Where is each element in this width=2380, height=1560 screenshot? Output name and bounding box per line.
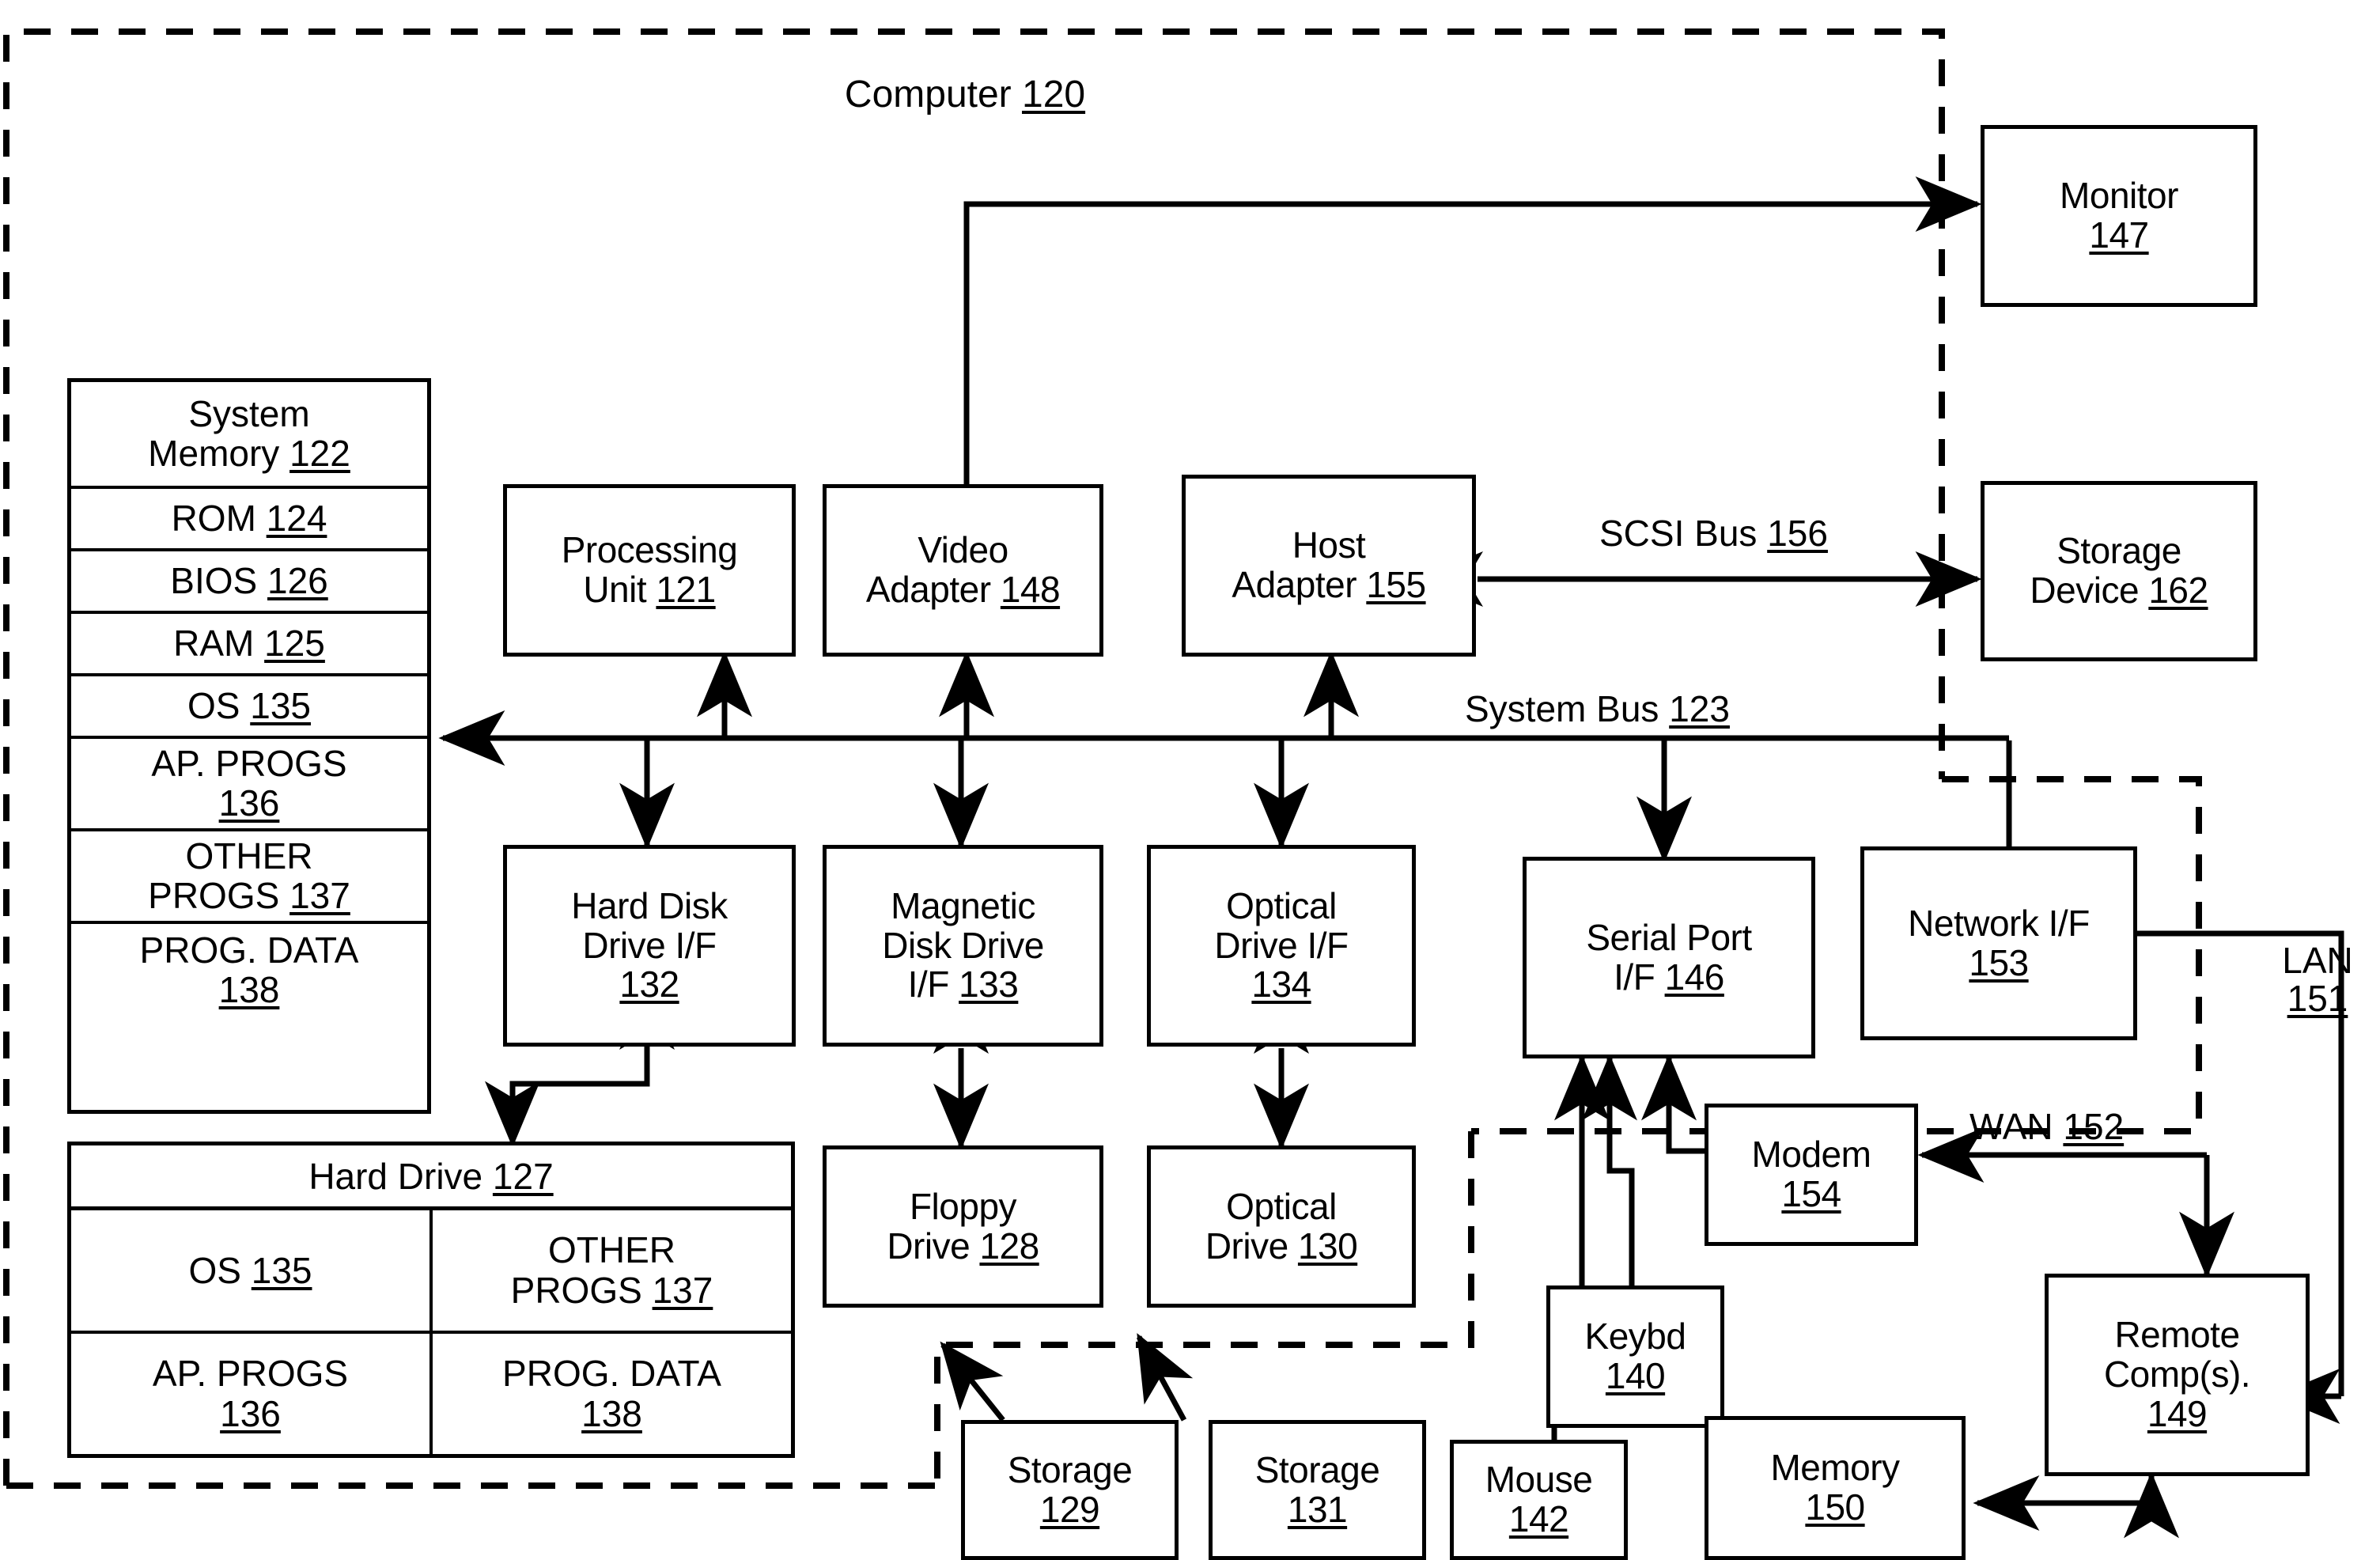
- scsi-bus-label: SCSI Bus 156: [1599, 513, 1828, 554]
- figure-title: Computer 120: [844, 74, 1086, 115]
- wire-storage131-leader: [1136, 1333, 1194, 1422]
- hard-drive-row-bottom: AP. PROGS 136 PROG. DATA 138: [71, 1334, 791, 1454]
- system-memory-row-ap-progs: AP. PROGS 136: [71, 739, 427, 831]
- system-memory-row-ram: RAM 125: [71, 614, 427, 676]
- system-memory-row-rom: ROM 124: [71, 489, 427, 551]
- storage-device-box: Storage Device 162: [1981, 481, 2257, 661]
- system-memory-header: System Memory 122: [71, 382, 427, 489]
- host-adapter-box: Host Adapter 155: [1182, 475, 1476, 657]
- figure-canvas: Computer 120 System Memory 122 ROM 124 B…: [0, 0, 2380, 1560]
- wire-modem-to-serial: [1641, 1054, 1705, 1154]
- keybd-box: Keybd 140: [1546, 1285, 1724, 1428]
- system-memory-row-other-progs: OTHER PROGS 137: [71, 831, 427, 924]
- system-memory-row-prog-data: PROG. DATA 138: [139, 929, 359, 1010]
- lan-label: LAN 151: [2282, 940, 2353, 1020]
- hard-drive-cell-prog-data: PROG. DATA 138: [502, 1353, 721, 1434]
- modem-box: Modem 154: [1705, 1104, 1918, 1246]
- serial-port-if-box: Serial Port I/F 146: [1523, 857, 1815, 1058]
- storage-131-box: Storage 131: [1209, 1420, 1426, 1560]
- system-memory-row-bios: BIOS 126: [71, 551, 427, 614]
- wire-remote-to-memory: [1973, 1471, 2179, 1539]
- optical-drive-box: Optical Drive 130: [1147, 1145, 1416, 1308]
- hard-drive-header: Hard Drive 127: [71, 1145, 791, 1210]
- magnetic-disk-drive-if-box: Magnetic Disk Drive I/F 133: [823, 845, 1103, 1047]
- wire-storage129-leader: [940, 1341, 1005, 1422]
- optical-drive-if-box: Optical Drive I/F 134: [1147, 845, 1416, 1047]
- hard-drive-cell-os: OS 135: [71, 1210, 433, 1331]
- system-memory-row-os: OS 135: [71, 676, 427, 739]
- hard-drive-row-top: OS 135 OTHER PROGS 137: [71, 1210, 791, 1334]
- monitor-box: Monitor 147: [1981, 125, 2257, 307]
- wire-wan-remote-to-modem: [1917, 1127, 2234, 1278]
- hard-drive-cell-ap-progs: AP. PROGS 136: [71, 1334, 433, 1454]
- memory-remote-box: Memory 150: [1705, 1416, 1966, 1560]
- video-adapter-box: Video Adapter 148: [823, 484, 1103, 657]
- hard-drive-block: Hard Drive 127 OS 135 OTHER PROGS 137 AP…: [67, 1142, 795, 1458]
- processing-unit-box: Processing Unit 121: [503, 484, 796, 657]
- system-bus-label: System Bus 123: [1465, 688, 1730, 729]
- floppy-drive-box: Floppy Drive 128: [823, 1145, 1103, 1308]
- hard-drive-cell-other-progs: OTHER PROGS 137: [510, 1229, 713, 1311]
- wire-hddif-to-harddrive: [485, 983, 675, 1148]
- wire-keybd-to-serial: [1582, 1054, 1637, 1285]
- wan-label: WAN 152: [1969, 1106, 2125, 1147]
- mouse-box: Mouse 142: [1450, 1440, 1628, 1560]
- system-memory-block: System Memory 122 ROM 124 BIOS 126 RAM 1…: [67, 378, 431, 1114]
- remote-comps-box: Remote Comp(s). 149: [2045, 1274, 2310, 1476]
- wire-video-to-monitor: [963, 176, 1982, 485]
- network-if-box: Network I/F 153: [1860, 846, 2137, 1040]
- hard-disk-drive-if-box: Hard Disk Drive I/F 132: [503, 845, 796, 1047]
- storage-129-box: Storage 129: [961, 1420, 1179, 1560]
